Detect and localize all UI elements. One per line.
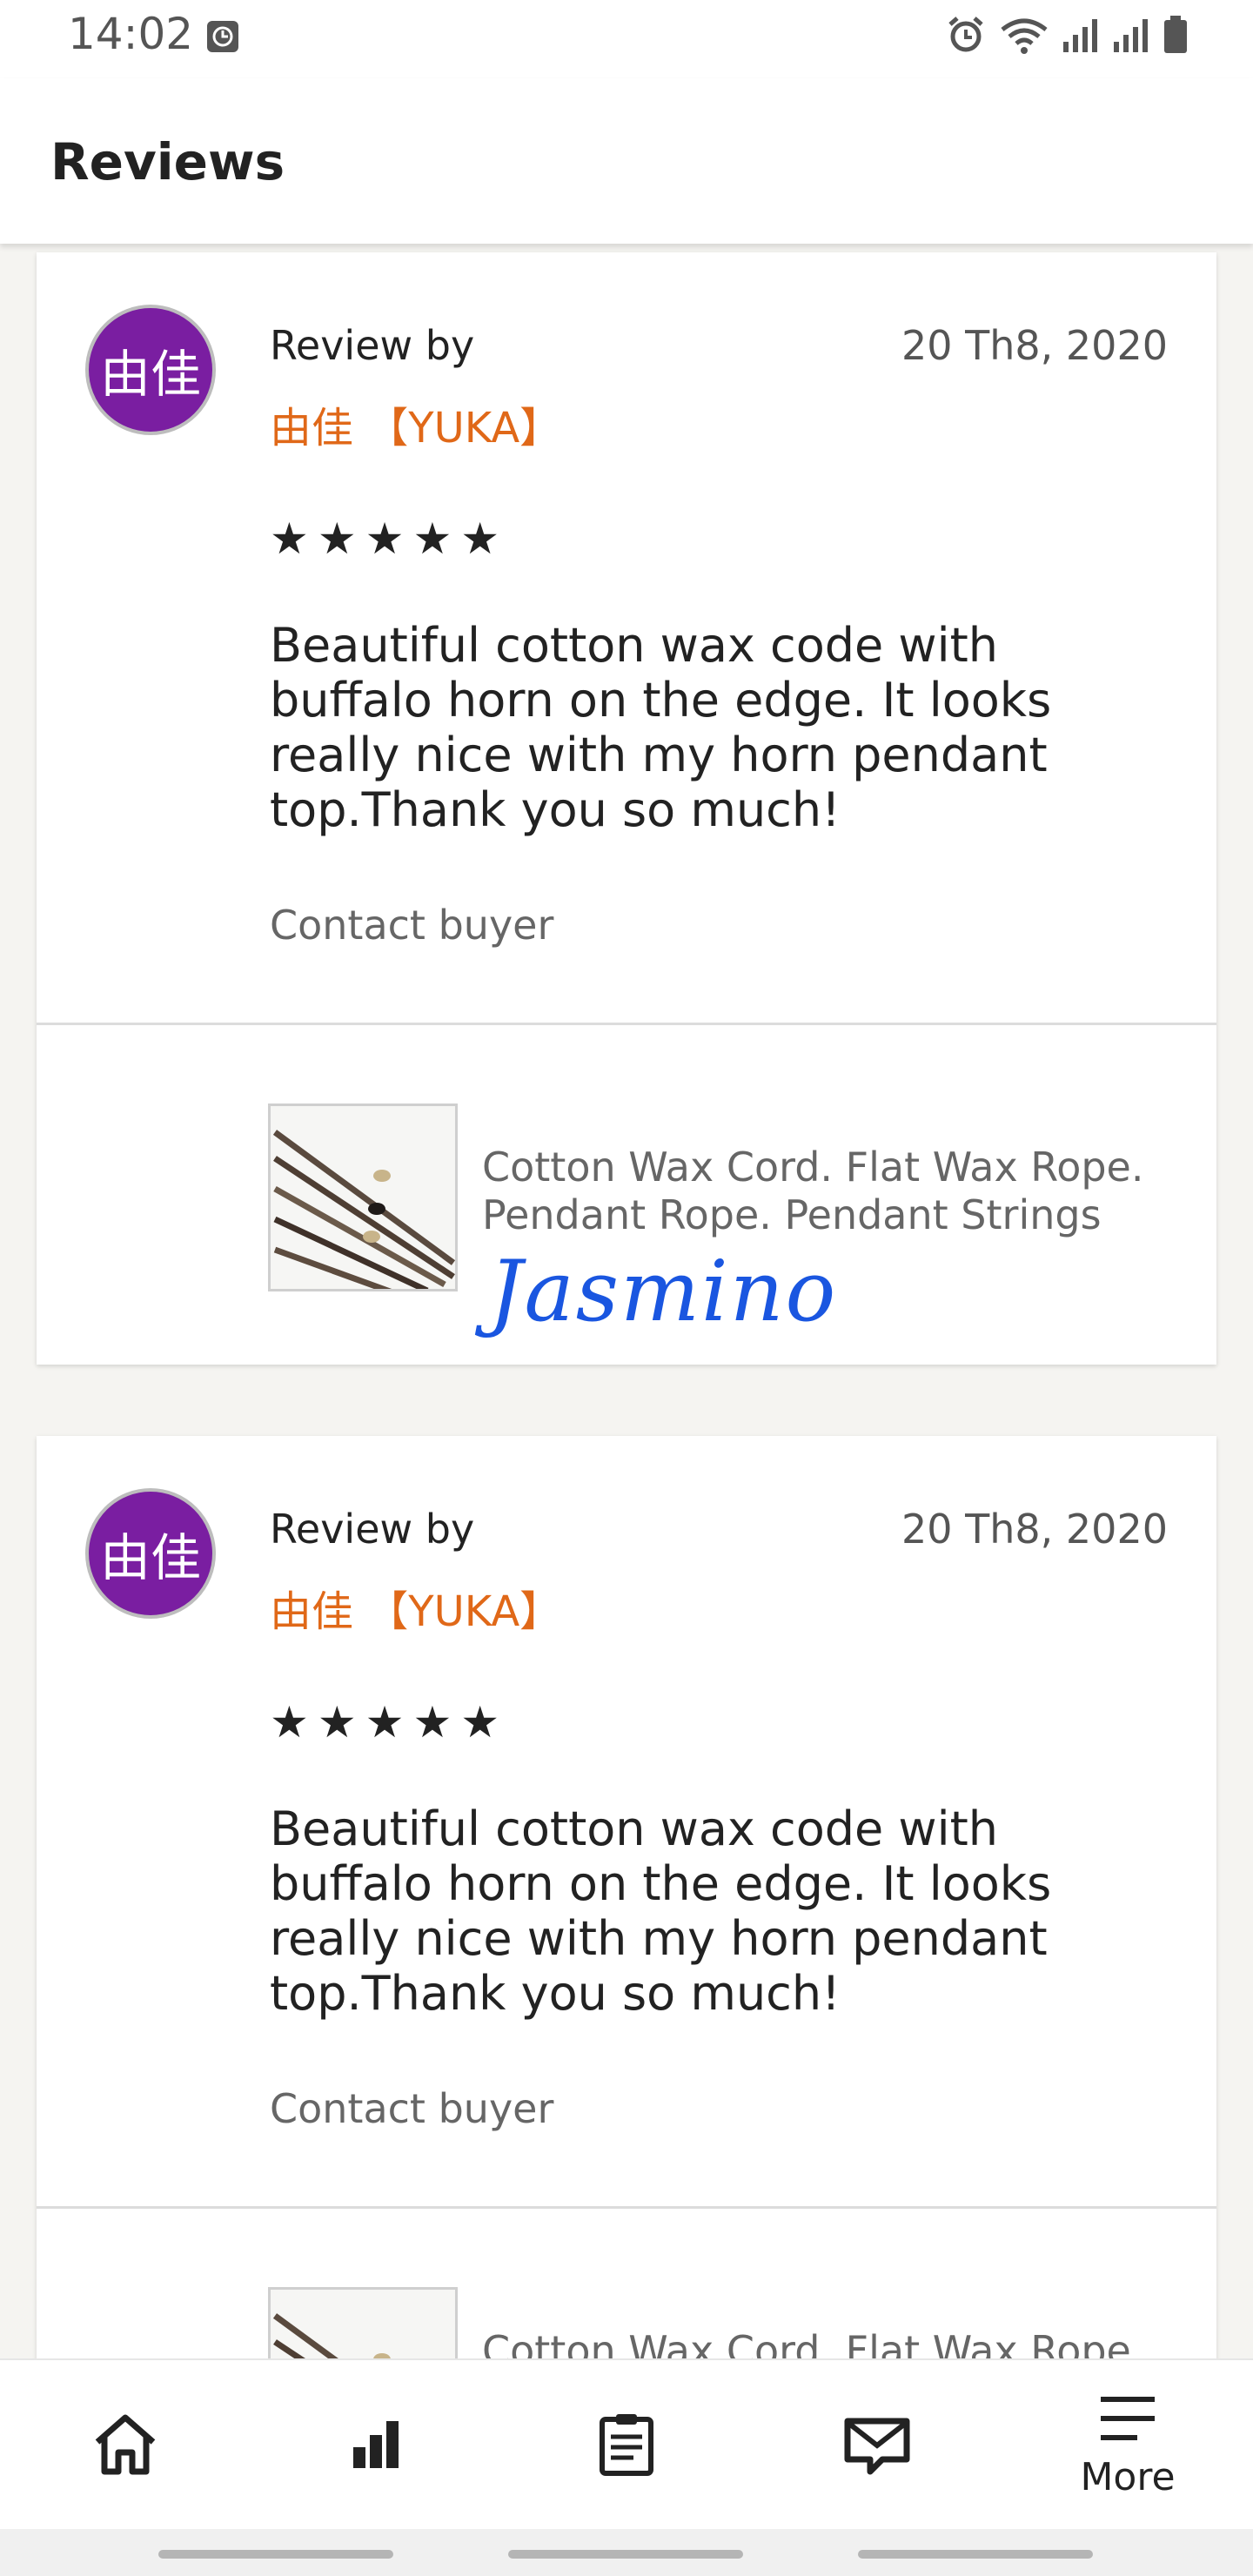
review-card: 由佳 Review by 20 Th8, 2020 由佳 【YUKA】 ★★★★… <box>37 252 1216 1365</box>
review-body: 由佳 Review by 20 Th8, 2020 由佳 【YUKA】 ★★★★… <box>37 252 1216 1025</box>
review-by-label: Review by <box>270 322 475 369</box>
status-icons <box>945 14 1189 59</box>
review-date: 20 Th8, 2020 <box>901 1506 1168 1553</box>
nav-home[interactable] <box>52 2360 198 2531</box>
gesture-handle[interactable] <box>858 2550 1093 2559</box>
nav-messages[interactable] <box>804 2360 950 2531</box>
signal-icon <box>1062 16 1100 57</box>
alarm-icon <box>945 14 987 59</box>
reviewer-name[interactable]: 由佳 【YUKA】 <box>270 1577 561 1638</box>
screen: 14:02 Reviews 由佳 Review by 20 Th8, 2020 … <box>0 0 1253 2576</box>
product-title[interactable]: Cotton Wax Cord. Flat Wax Rope. Pendant … <box>482 2327 1187 2358</box>
gesture-bar <box>0 2529 1253 2576</box>
home-icon <box>90 2409 160 2482</box>
avatar[interactable]: 由佳 <box>85 1488 216 1619</box>
status-time: 14:02 <box>68 9 194 59</box>
battery-icon <box>1163 15 1189 58</box>
product-row[interactable]: Cotton Wax Cord. Flat Wax Rope. Pendant … <box>37 2209 1216 2358</box>
nav-more[interactable]: More <box>1055 2360 1201 2531</box>
product-row[interactable]: Cotton Wax Cord. Flat Wax Rope. Pendant … <box>37 1025 1216 1365</box>
review-text: Beautiful cotton wax code with buffalo h… <box>270 1801 1052 2021</box>
orders-icon <box>592 2409 661 2482</box>
product-thumbnail[interactable] <box>268 1104 458 1291</box>
gesture-handle[interactable] <box>508 2550 743 2559</box>
bottom-nav: More <box>0 2358 1253 2529</box>
avatar[interactable]: 由佳 <box>85 305 216 435</box>
signal-icon-2 <box>1112 16 1150 57</box>
app-header: Reviews <box>0 78 1253 244</box>
stats-icon <box>341 2409 411 2482</box>
page-title: Reviews <box>50 132 285 191</box>
watermark: Jasmino <box>489 1243 838 1340</box>
contact-buyer-button[interactable]: Contact buyer <box>270 2085 553 2132</box>
clock-icon <box>205 19 240 57</box>
wifi-icon <box>999 14 1049 59</box>
reviewer-name[interactable]: 由佳 【YUKA】 <box>270 393 561 454</box>
contact-buyer-button[interactable]: Contact buyer <box>270 902 553 949</box>
menu-icon <box>1097 2392 1158 2448</box>
messages-icon <box>842 2409 912 2482</box>
status-bar: 14:02 <box>0 0 1253 78</box>
nav-stats[interactable] <box>303 2360 449 2531</box>
product-thumbnail[interactable] <box>268 2287 458 2358</box>
gesture-handle[interactable] <box>158 2550 393 2559</box>
star-rating: ★★★★★ <box>270 513 509 564</box>
review-by-label: Review by <box>270 1506 475 1553</box>
review-body: 由佳 Review by 20 Th8, 2020 由佳 【YUKA】 ★★★★… <box>37 1436 1216 2209</box>
star-rating: ★★★★★ <box>270 1697 509 1748</box>
review-text: Beautiful cotton wax code with buffalo h… <box>270 618 1052 837</box>
review-card: 由佳 Review by 20 Th8, 2020 由佳 【YUKA】 ★★★★… <box>37 1436 1216 2358</box>
nav-more-label: More <box>1080 2454 1176 2499</box>
review-list[interactable]: 由佳 Review by 20 Th8, 2020 由佳 【YUKA】 ★★★★… <box>0 244 1253 2358</box>
review-date: 20 Th8, 2020 <box>901 322 1168 369</box>
nav-orders[interactable] <box>553 2360 700 2531</box>
product-title[interactable]: Cotton Wax Cord. Flat Wax Rope. Pendant … <box>482 1144 1187 1239</box>
